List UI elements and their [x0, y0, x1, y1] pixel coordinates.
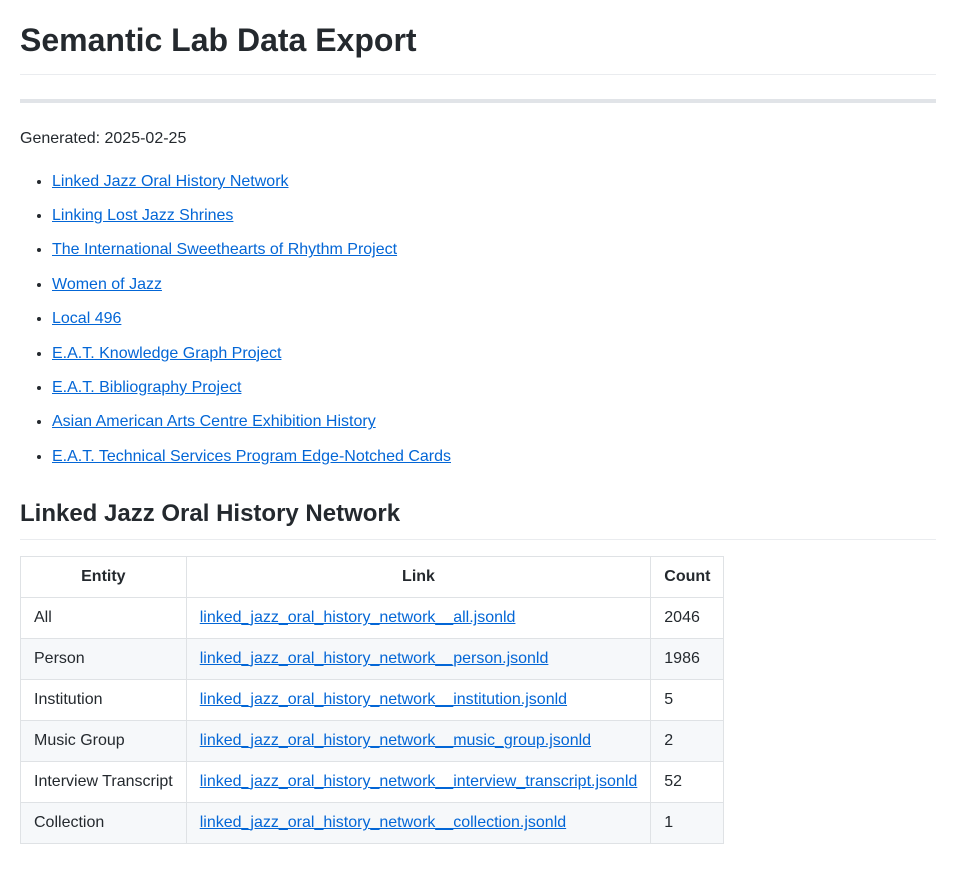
cell-entity: Music Group	[21, 721, 187, 762]
cell-link: linked_jazz_oral_history_network__person…	[186, 639, 651, 680]
toc-link[interactable]: Linking Lost Jazz Shrines	[52, 207, 233, 224]
toc-item: Local 496	[52, 304, 936, 334]
col-entity: Entity	[21, 557, 187, 598]
file-link[interactable]: linked_jazz_oral_history_network__all.js…	[200, 609, 516, 626]
toc-link[interactable]: Linked Jazz Oral History Network	[52, 173, 289, 190]
toc-link[interactable]: Women of Jazz	[52, 276, 162, 293]
file-link[interactable]: linked_jazz_oral_history_network__person…	[200, 650, 549, 667]
toc-link[interactable]: E.A.T. Technical Services Program Edge-N…	[52, 448, 451, 465]
generated-date: Generated: 2025-02-25	[20, 127, 936, 151]
cell-count: 5	[651, 680, 724, 721]
col-link: Link	[186, 557, 651, 598]
page-title: Semantic Lab Data Export	[20, 16, 936, 75]
cell-link: linked_jazz_oral_history_network__collec…	[186, 803, 651, 844]
table-row: Music Group linked_jazz_oral_history_netw…	[21, 721, 724, 762]
divider	[20, 99, 936, 103]
cell-count: 1	[651, 803, 724, 844]
cell-entity: All	[21, 598, 187, 639]
cell-entity: Institution	[21, 680, 187, 721]
toc-item: E.A.T. Technical Services Program Edge-N…	[52, 442, 936, 472]
cell-link: linked_jazz_oral_history_network__interv…	[186, 762, 651, 803]
toc-link[interactable]: Asian American Arts Centre Exhibition Hi…	[52, 413, 376, 430]
table-row: Institution linked_jazz_oral_history_netw…	[21, 680, 724, 721]
toc-item: Linking Lost Jazz Shrines	[52, 201, 936, 231]
col-count: Count	[651, 557, 724, 598]
toc-item: Linked Jazz Oral History Network	[52, 167, 936, 197]
cell-count: 52	[651, 762, 724, 803]
cell-entity: Collection	[21, 803, 187, 844]
toc-item: E.A.T. Knowledge Graph Project	[52, 339, 936, 369]
cell-count: 1986	[651, 639, 724, 680]
toc-item: Women of Jazz	[52, 270, 936, 300]
entity-table: Entity Link Count All linked_jazz_oral_hi…	[20, 556, 724, 844]
toc-item: The International Sweethearts of Rhythm …	[52, 235, 936, 265]
table-row: Collectionlinked_jazz_oral_history_netwo…	[21, 803, 724, 844]
toc-link[interactable]: Local 496	[52, 310, 121, 327]
cell-count: 2046	[651, 598, 724, 639]
toc-item: Asian American Arts Centre Exhibition Hi…	[52, 407, 936, 437]
toc-item: E.A.T. Bibliography Project	[52, 373, 936, 403]
toc-list: Linked Jazz Oral History Network Linking …	[20, 167, 936, 473]
cell-link: linked_jazz_oral_history_network__music_…	[186, 721, 651, 762]
file-link[interactable]: linked_jazz_oral_history_network__music_…	[200, 732, 591, 749]
cell-count: 2	[651, 721, 724, 762]
toc-link[interactable]: The International Sweethearts of Rhythm …	[52, 241, 397, 258]
table-row: Interview Transcript linked_jazz_oral_his…	[21, 762, 724, 803]
toc-link[interactable]: E.A.T. Bibliography Project	[52, 379, 241, 396]
cell-link: linked_jazz_oral_history_network__instit…	[186, 680, 651, 721]
cell-entity: Person	[21, 639, 187, 680]
file-link[interactable]: linked_jazz_oral_history_network__interv…	[200, 773, 638, 790]
toc-link[interactable]: E.A.T. Knowledge Graph Project	[52, 345, 281, 362]
section-heading: Linked Jazz Oral History Network	[20, 496, 936, 540]
table-row: Person linked_jazz_oral_history_network__…	[21, 639, 724, 680]
table-row: All linked_jazz_oral_history_network__all…	[21, 598, 724, 639]
cell-link: linked_jazz_oral_history_network__all.js…	[186, 598, 651, 639]
cell-entity: Interview Transcript	[21, 762, 187, 803]
file-link[interactable]: linked_jazz_oral_history_network__instit…	[200, 691, 567, 708]
